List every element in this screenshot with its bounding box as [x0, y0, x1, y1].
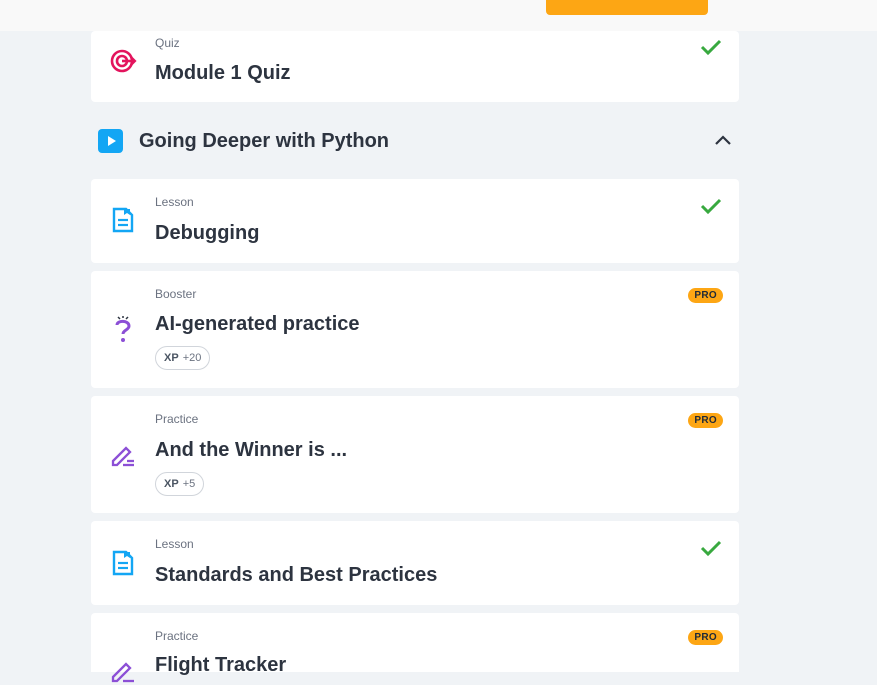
- section-title: Going Deeper with Python: [139, 130, 390, 152]
- item-title: Debugging: [155, 222, 260, 244]
- xp-badge: XP +5: [155, 472, 205, 496]
- question-sparkle-icon: [115, 316, 131, 342]
- item-title: Flight Tracker: [155, 654, 287, 676]
- pro-badge: PRO: [688, 630, 723, 645]
- xp-value: +5: [182, 478, 196, 490]
- item-title: Standards and Best Practices: [155, 564, 438, 586]
- pencil-icon: [111, 446, 134, 467]
- play-icon: [98, 129, 123, 153]
- chevron-up-icon[interactable]: [713, 131, 733, 151]
- check-icon: [700, 540, 722, 557]
- document-icon: [112, 550, 134, 576]
- item-title: AI-generated practice: [155, 313, 360, 335]
- item-kind: Practice: [155, 629, 199, 643]
- check-icon: [700, 198, 722, 215]
- target-icon: [110, 49, 137, 73]
- section-header-going-deeper[interactable]: Going Deeper with Python: [91, 121, 739, 161]
- item-kind: Booster: [155, 287, 197, 301]
- list-item-standards-and-best-practices[interactable]: Lesson Standards and Best Practices: [91, 521, 739, 605]
- item-kind: Lesson: [155, 195, 194, 209]
- xp-label: XP: [164, 352, 179, 364]
- list-item-ai-generated-practice[interactable]: Booster AI-generated practice XP +20 PRO: [91, 271, 739, 388]
- list-item-debugging[interactable]: Lesson Debugging: [91, 179, 739, 263]
- xp-value: +20: [182, 352, 202, 364]
- pencil-icon: [111, 662, 134, 683]
- top-action-button[interactable]: [546, 0, 708, 15]
- pro-badge: PRO: [688, 413, 723, 428]
- list-item-and-the-winner-is[interactable]: Practice And the Winner is ... XP +5 PRO: [91, 396, 739, 513]
- list-item-module-1-quiz[interactable]: Quiz Module 1 Quiz: [91, 31, 739, 102]
- top-bar: [0, 0, 877, 31]
- item-kind: Quiz: [155, 36, 180, 50]
- list-item-flight-tracker[interactable]: Practice Flight Tracker PRO: [91, 613, 739, 683]
- check-icon: [700, 39, 722, 56]
- item-kind: Lesson: [155, 537, 194, 551]
- item-title: Module 1 Quiz: [155, 62, 291, 84]
- document-icon: [112, 207, 134, 233]
- pro-badge: PRO: [688, 288, 723, 303]
- item-kind: Practice: [155, 412, 199, 426]
- xp-label: XP: [164, 478, 179, 490]
- item-title: And the Winner is ...: [155, 439, 348, 461]
- xp-badge: XP +20: [155, 346, 211, 370]
